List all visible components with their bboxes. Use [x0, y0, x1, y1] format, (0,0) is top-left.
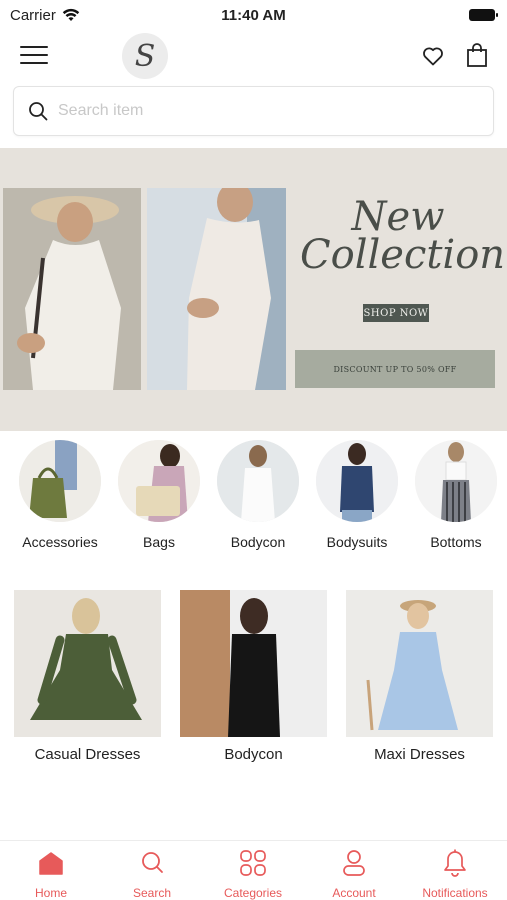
category-label: Accessories — [22, 534, 98, 550]
banner-title-line1: New — [351, 194, 445, 240]
category-bodycon[interactable]: Bodycon — [209, 440, 307, 550]
bell-icon — [441, 849, 469, 877]
tab-notifications[interactable]: Notifications — [405, 849, 505, 900]
logo-text: S — [134, 38, 156, 74]
tab-label: Account — [332, 886, 376, 900]
category-bodysuits[interactable]: Bodysuits — [308, 440, 406, 550]
product-image — [346, 590, 493, 737]
banner-title-line2: Collection — [300, 232, 506, 278]
tab-account[interactable]: Account — [304, 849, 404, 900]
search-icon — [138, 849, 166, 877]
banner-title: New Collection — [300, 194, 506, 278]
category-image — [118, 440, 200, 522]
category-bottoms[interactable]: Bottoms — [407, 440, 505, 550]
product-image — [14, 590, 161, 737]
user-icon — [340, 849, 368, 877]
shopping-bag-icon[interactable] — [466, 42, 488, 68]
app-header: S — [0, 30, 507, 82]
promo-banner[interactable]: New Collection SHOP NOW DISCOUNT UP TO 5… — [0, 148, 507, 431]
tab-label: Notifications — [422, 886, 488, 900]
category-label: Bodysuits — [326, 534, 388, 550]
category-accessories[interactable]: Accessories — [11, 440, 109, 550]
category-image — [316, 440, 398, 522]
tab-label: Home — [34, 886, 67, 900]
tab-home[interactable]: Home — [1, 849, 101, 900]
banner-photo-model-white-set — [147, 188, 286, 390]
product-card-casual-dresses[interactable]: Casual Dresses — [14, 590, 161, 763]
battery-icon — [469, 9, 498, 21]
product-label: Casual Dresses — [34, 746, 141, 763]
category-label: Bodycon — [230, 534, 286, 550]
tab-categories[interactable]: Categories — [203, 849, 303, 900]
category-image — [217, 440, 299, 522]
menu-line — [20, 62, 48, 64]
banner-photo-model-sweater — [3, 188, 141, 390]
discount-strip: DISCOUNT UP TO 50% OFF — [295, 350, 495, 388]
menu-line — [20, 46, 48, 48]
category-row: Accessories Bags Bodycon Bodysuits Botto… — [0, 440, 507, 555]
tab-label: Search — [132, 886, 172, 900]
category-label: Bottoms — [430, 534, 482, 550]
wishlist-heart-icon[interactable] — [421, 44, 445, 68]
bottom-tab-bar: Home Search Categories Account Notificat… — [0, 840, 507, 900]
brand-logo[interactable]: S — [122, 33, 168, 79]
category-image — [19, 440, 101, 522]
product-label: Bodycon — [224, 746, 283, 763]
wifi-icon — [62, 8, 80, 21]
tab-search[interactable]: Search — [102, 849, 202, 900]
status-left: Carrier — [10, 7, 80, 24]
tab-label: Categories — [223, 886, 283, 900]
menu-button[interactable] — [20, 44, 48, 66]
home-icon — [37, 849, 65, 877]
status-bar: Carrier 11:40 AM — [0, 0, 507, 30]
category-bags[interactable]: Bags — [110, 440, 208, 550]
product-image — [180, 590, 327, 737]
category-label: Bags — [143, 534, 175, 550]
grid-icon — [239, 849, 267, 877]
menu-line — [20, 54, 48, 56]
search-icon — [29, 102, 48, 121]
product-card-maxi-dresses[interactable]: Maxi Dresses — [346, 590, 493, 763]
search-bar[interactable] — [13, 86, 494, 136]
shop-now-button[interactable]: SHOP NOW — [363, 304, 429, 322]
carrier-label: Carrier — [10, 6, 56, 24]
category-image — [415, 440, 497, 522]
search-input[interactable] — [58, 102, 493, 120]
product-label: Maxi Dresses — [374, 746, 465, 763]
product-card-bodycon[interactable]: Bodycon — [180, 590, 327, 763]
